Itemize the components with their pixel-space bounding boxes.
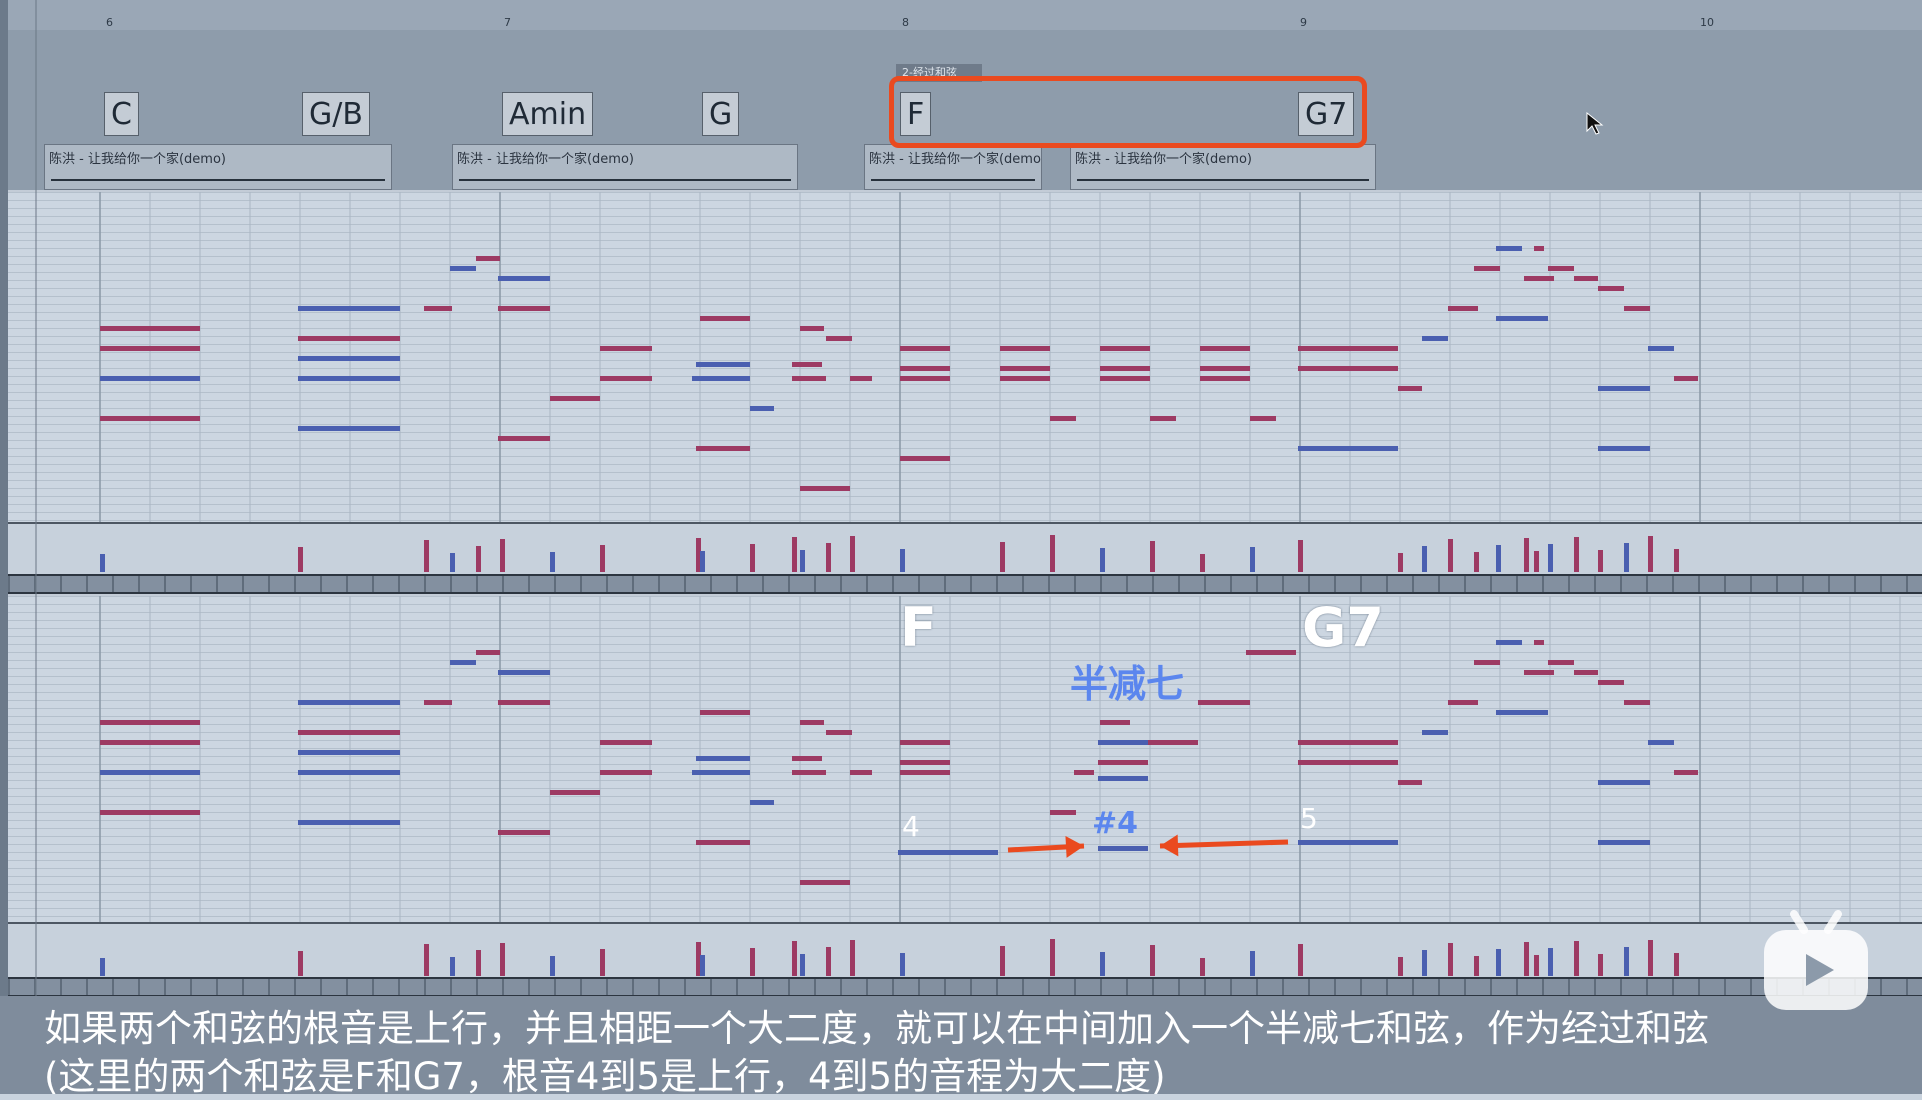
bar-number: 7 — [504, 16, 511, 29]
piano-roll-top[interactable] — [8, 192, 1922, 522]
clip-label: 陈洪 - 让我给你一个家(demo) — [869, 152, 1042, 167]
piano-roll-bottom[interactable] — [8, 596, 1922, 922]
velocity-lane-top[interactable] — [8, 522, 1922, 576]
velocity-lane-bottom[interactable] — [8, 922, 1922, 979]
clip-label: 陈洪 - 让我给你一个家(demo) — [1075, 152, 1252, 167]
waveform — [1077, 179, 1369, 181]
subtitle-line-1: 如果两个和弦的根音是上行，并且相距一个大二度，就可以在中间加入一个半减七和弦，作… — [44, 1007, 1709, 1050]
clip-label: 陈洪 - 让我给你一个家(demo) — [457, 152, 634, 167]
label-degree-4: 4 — [902, 810, 920, 843]
bar-number: 8 — [902, 16, 909, 29]
label-degree-sharp4: #4 — [1092, 806, 1139, 841]
label-degree-5: 5 — [1300, 802, 1318, 835]
waveform — [51, 179, 385, 181]
timeline-ruler[interactable]: 6 7 8 9 10 — [8, 0, 1922, 30]
audio-clip[interactable]: 陈洪 - 让我给你一个家(demo) — [44, 144, 392, 190]
subtitle-bar: 如果两个和弦的根音是上行，并且相距一个大二度，就可以在中间加入一个半减七和弦，作… — [0, 996, 1922, 1098]
scrollbar-top[interactable] — [8, 574, 1922, 594]
chord-g-over-b[interactable]: G/B — [302, 92, 370, 136]
waveform — [459, 179, 791, 181]
chord-amin[interactable]: Amin — [502, 92, 594, 136]
bar-number: 6 — [106, 16, 113, 29]
chord-c[interactable]: C — [104, 92, 139, 136]
subtitle-line-2: (这里的两个和弦是F和G7，根音4到5是上行，4到5的音程为大二度) — [44, 1055, 1166, 1098]
label-chord-g7: G7 — [1302, 596, 1384, 659]
bar-number: 10 — [1700, 16, 1714, 29]
chord-g[interactable]: G — [702, 92, 740, 136]
scrollbar-bottom[interactable] — [8, 977, 1922, 997]
window-left-edge — [0, 0, 8, 1094]
clip-label: 陈洪 - 让我给你一个家(demo) — [49, 152, 226, 167]
label-half-diminished: 半减七 — [1070, 662, 1185, 706]
mouse-pointer-icon — [1586, 112, 1604, 135]
highlight-box — [889, 76, 1367, 148]
audio-clip[interactable]: 陈洪 - 让我给你一个家(demo) — [452, 144, 798, 190]
bilibili-tv-icon — [1764, 910, 1868, 1010]
waveform — [871, 179, 1035, 181]
bar-number: 9 — [1300, 16, 1307, 29]
label-chord-f: F — [900, 596, 937, 659]
audio-clip[interactable]: 陈洪 - 让我给你一个家(demo) — [864, 144, 1042, 190]
audio-clip[interactable]: 陈洪 - 让我给你一个家(demo) — [1070, 144, 1376, 190]
